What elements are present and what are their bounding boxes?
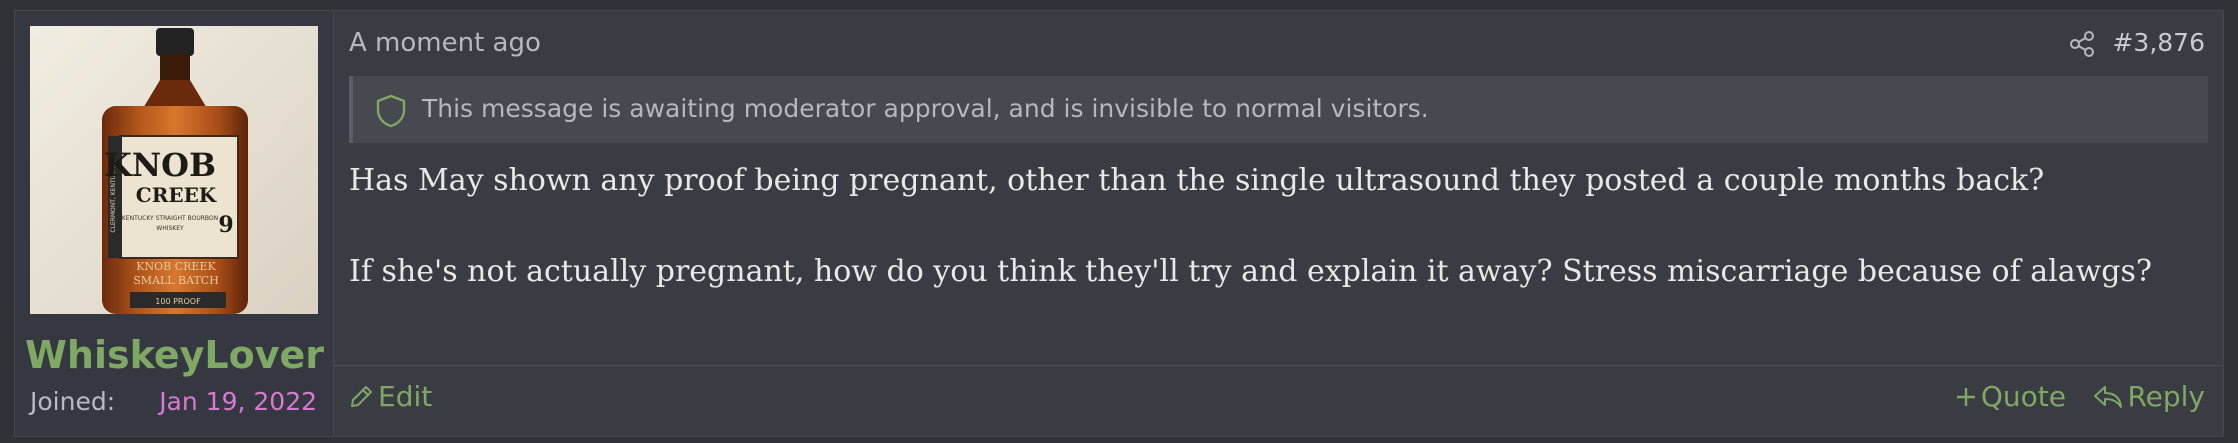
- reply-icon: [2094, 385, 2123, 408]
- post-number[interactable]: #3,876: [2112, 28, 2205, 57]
- post-main: A moment ago #3,876 This message is awai…: [334, 11, 2223, 436]
- avatar-proof: 100 PROOF: [155, 297, 201, 306]
- post-body: Has May shown any proof being pregnant, …: [349, 158, 2203, 340]
- post-timestamp[interactable]: A moment ago: [349, 28, 541, 58]
- shield-icon: [376, 94, 406, 128]
- avatar-sub-text1: KENTUCKY STRAIGHT BOURBON: [122, 215, 218, 222]
- user-info-panel: CLERMONT, KENTUCKY KNOB CREEK KENTUCKY S…: [15, 11, 334, 436]
- avatar-lower1: KNOB CREEK: [136, 260, 216, 273]
- avatar-sub-text2: WHISKEY: [156, 225, 184, 232]
- avatar[interactable]: CLERMONT, KENTUCKY KNOB CREEK KENTUCKY S…: [30, 26, 318, 314]
- edit-button[interactable]: Edit: [348, 380, 432, 413]
- moderation-notice-text: This message is awaiting moderator appro…: [422, 94, 1429, 123]
- post-footer: Edit Quote Reply: [334, 365, 2223, 439]
- reply-button[interactable]: Reply: [2093, 380, 2205, 413]
- avatar-brand-line1: KNOB: [104, 146, 216, 184]
- avatar-image: CLERMONT, KENTUCKY KNOB CREEK KENTUCKY S…: [30, 26, 318, 314]
- edit-label: Edit: [378, 380, 433, 413]
- post-paragraph: If she's not actually pregnant, how do y…: [349, 254, 2152, 289]
- reply-label: Reply: [2127, 380, 2205, 413]
- avatar-lower2: SMALL BATCH: [133, 274, 219, 287]
- forum-post: CLERMONT, KENTUCKY KNOB CREEK KENTUCKY S…: [14, 10, 2224, 437]
- joined-label: Joined:: [30, 387, 116, 416]
- avatar-brand-line2: CREEK: [136, 183, 217, 207]
- avatar-age: 9: [218, 212, 233, 238]
- moderation-notice: This message is awaiting moderator appro…: [349, 76, 2208, 143]
- share-icon[interactable]: [2067, 29, 2097, 59]
- pencil-icon: [351, 385, 372, 407]
- quote-button[interactable]: Quote: [1955, 380, 2066, 413]
- username[interactable]: WhiskeyLover: [15, 333, 334, 377]
- quote-label: Quote: [1980, 380, 2066, 413]
- joined-date: Jan 19, 2022: [159, 387, 317, 416]
- post-paragraph: Has May shown any proof being pregnant, …: [349, 163, 2045, 198]
- plus-icon: [1956, 387, 1975, 406]
